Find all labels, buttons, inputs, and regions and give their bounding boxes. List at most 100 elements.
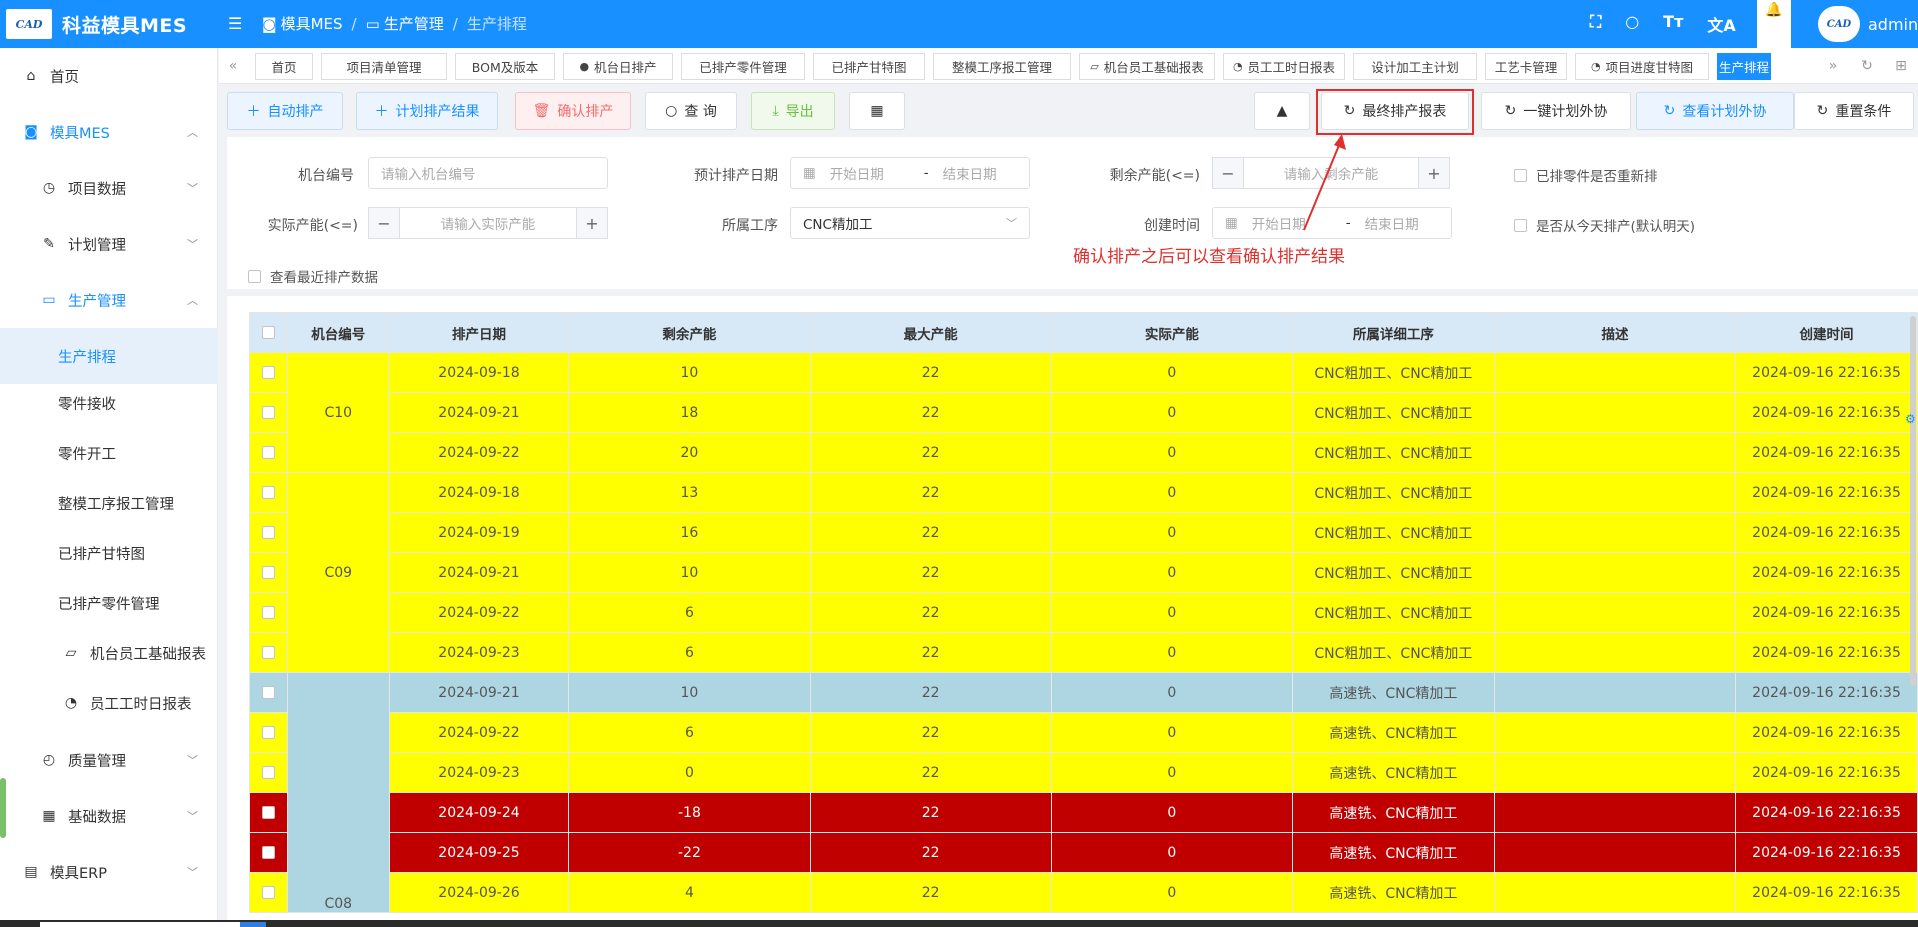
row-checkbox[interactable]: [249, 792, 288, 833]
sidebar-item-staff-hours[interactable]: ◔ 员工工时日报表: [0, 678, 218, 728]
row-checkbox[interactable]: [249, 752, 288, 793]
row-checkbox[interactable]: [249, 872, 288, 913]
row-checkbox[interactable]: [249, 512, 288, 553]
confirm-schedule-button[interactable]: 🗑 确认排产: [515, 92, 631, 130]
sidebar-item-part-start[interactable]: 零件开工: [0, 428, 218, 478]
export-button[interactable]: ⤓ 导出: [751, 92, 835, 130]
checkbox-box[interactable]: [248, 269, 261, 283]
sidebar-scrollbar[interactable]: [0, 778, 6, 838]
outsource-button[interactable]: ↻ 一键计划外协: [1481, 92, 1631, 130]
sidebar-item-scheduled-parts[interactable]: 已排产零件管理: [0, 578, 218, 628]
search-icon[interactable]: ○: [1625, 12, 1639, 36]
recent-data-checkbox[interactable]: 查看最近排产数据: [248, 266, 378, 286]
tab-scheduled-parts[interactable]: 已排产零件管理: [681, 53, 805, 80]
sidebar-item-basic-data[interactable]: ▦ 基础数据 ﹀: [0, 788, 218, 844]
grid-icon[interactable]: ⊞: [1887, 48, 1915, 84]
remain-increment-button[interactable]: +: [1418, 157, 1450, 189]
logo[interactable]: CAD 科益模具MES: [0, 0, 218, 48]
col-max[interactable]: 最大产能: [809, 312, 1052, 353]
checkbox-box[interactable]: [1514, 218, 1527, 232]
actual-decrement-button[interactable]: −: [368, 207, 400, 239]
col-remain[interactable]: 剩余产能: [568, 312, 811, 353]
row-checkbox[interactable]: [249, 672, 288, 713]
user-name[interactable]: admin: [1868, 15, 1918, 34]
sidebar-item-machine-report[interactable]: ▱ 机台员工基础报表: [0, 628, 218, 678]
row-checkbox[interactable]: [249, 592, 288, 633]
sidebar-item-plan-management[interactable]: ✎ 计划管理 ﹀: [0, 216, 218, 272]
from-today-checkbox[interactable]: 是否从今天排产(默认明天): [1514, 215, 1695, 235]
sidebar-item-home[interactable]: ⌂ 首页: [0, 48, 218, 104]
font-size-icon[interactable]: Tт: [1663, 12, 1683, 36]
tab-machine-daily[interactable]: ● 机台日排产: [563, 53, 673, 80]
tab-design-plan[interactable]: 设计加工主计划: [1353, 53, 1477, 80]
row-checkbox[interactable]: [249, 352, 288, 393]
remain-decrement-button[interactable]: −: [1212, 157, 1244, 189]
table-row[interactable]: C09 2024-09-18 13 22 0 CNC粗加工、CNC精加工 2024-09-1…: [249, 472, 1918, 673]
select-all-checkbox[interactable]: [249, 312, 288, 353]
breadcrumb-item-mes[interactable]: 模具MES: [281, 13, 343, 34]
actual-increment-button[interactable]: +: [576, 207, 608, 239]
menu-toggle-icon[interactable]: ☰: [228, 14, 246, 33]
sidebar-item-mold-mes[interactable]: ◙ 模具MES ︿: [0, 104, 218, 160]
tab-project-gantt[interactable]: ◔ 项目进度甘特图: [1575, 53, 1709, 80]
tab-home[interactable]: 首页: [255, 53, 313, 80]
tabs-scroll-right-icon[interactable]: »: [1819, 48, 1847, 84]
row-checkbox[interactable]: [249, 472, 288, 513]
user-menu[interactable]: CAD admin: [1818, 6, 1918, 42]
row-checkbox[interactable]: [249, 432, 288, 473]
row-checkbox[interactable]: [249, 712, 288, 753]
refresh-icon[interactable]: ↻: [1853, 48, 1881, 84]
table-scrollbar[interactable]: [1910, 316, 1916, 686]
breadcrumb-item-production[interactable]: 生产管理: [384, 13, 444, 34]
col-created[interactable]: 创建时间: [1735, 312, 1918, 353]
table-row[interactable]: 2024-09-21 18 22 0 CNC粗加工、CNC精加工 2024-09-16 2…: [249, 392, 1918, 433]
sidebar-item-part-receive[interactable]: 零件接收: [0, 378, 218, 428]
tab-process-report[interactable]: 整模工序报工管理: [933, 53, 1071, 80]
reset-button[interactable]: ↻ 重置条件: [1794, 92, 1914, 130]
table-row[interactable]: 2024-09-21 10 22 0 CNC粗加工、CNC精加工 2024-09-16 2…: [249, 552, 1918, 593]
fullscreen-icon[interactable]: ⛶: [1590, 12, 1601, 36]
end-date-input[interactable]: 结束日期: [1365, 213, 1419, 233]
sidebar-item-process-report[interactable]: 整模工序报工管理: [0, 478, 218, 528]
rescheduled-checkbox[interactable]: 已排零件是否重新排: [1514, 165, 1658, 185]
tab-staff-hours[interactable]: ◔ 员工工时日报表: [1223, 53, 1345, 80]
columns-button[interactable]: ▦: [849, 92, 905, 130]
sidebar-item-project-data[interactable]: ◷ 项目数据 ﹀: [0, 160, 218, 216]
auto-schedule-button[interactable]: ＋ 自动排产: [227, 92, 343, 130]
tab-project-list[interactable]: 项目清单管理: [321, 53, 447, 80]
collapse-up-button[interactable]: ▲: [1254, 92, 1310, 130]
actual-input[interactable]: 请输入实际产能: [399, 207, 577, 239]
table-row[interactable]: 2024-09-22 6 22 0 高速铣、CNC精加工 2024-09-16 22:16…: [249, 712, 1918, 753]
query-button[interactable]: ○ 查 询: [645, 92, 737, 130]
table-row[interactable]: 2024-09-24 -18 22 0 高速铣、CNC精加工 2024-09-16 22:…: [249, 792, 1918, 833]
tab-process-card[interactable]: 工艺卡管理: [1485, 53, 1567, 80]
sidebar-item-production-management[interactable]: ▭ 生产管理 ︿: [0, 272, 218, 328]
avatar[interactable]: CAD: [1818, 6, 1860, 42]
table-row[interactable]: 2024-09-22 20 22 0 CNC粗加工、CNC精加工 2024-09-16 2…: [249, 432, 1918, 473]
row-checkbox[interactable]: [249, 392, 288, 433]
tab-bom[interactable]: BOM及版本: [455, 53, 555, 80]
tabs-scroll-left-icon[interactable]: «: [219, 48, 247, 84]
row-checkbox[interactable]: [249, 552, 288, 593]
tab-gantt[interactable]: 已排产甘特图: [813, 53, 925, 80]
col-desc[interactable]: 描述: [1493, 312, 1737, 353]
checkbox-box[interactable]: [1514, 168, 1527, 182]
table-row[interactable]: 2024-09-22 6 22 0 CNC粗加工、CNC精加工 2024-09-16 22…: [249, 592, 1918, 633]
plan-result-button[interactable]: ＋ 计划排产结果: [356, 92, 498, 130]
gear-icon[interactable]: ⚙: [1905, 412, 1918, 428]
row-checkbox[interactable]: [249, 832, 288, 873]
col-date[interactable]: 排产日期: [388, 312, 570, 353]
table-row[interactable]: 2024-09-26 4 22 0 高速铣、CNC精加工 2024-09-16 22:16…: [249, 872, 1918, 913]
tab-machine-report[interactable]: ▱ 机台员工基础报表: [1079, 53, 1215, 80]
bell-icon[interactable]: 🔔: [1757, 0, 1791, 48]
table-row[interactable]: 2024-09-19 16 22 0 CNC粗加工、CNC精加工 2024-09-16 2…: [249, 512, 1918, 553]
plan-date-range[interactable]: ▦ 开始日期 - 结束日期: [790, 157, 1030, 189]
sidebar-item-gantt[interactable]: 已排产甘特图: [0, 528, 218, 578]
sidebar-item-mold-erp[interactable]: ▤ 模具ERP ﹀: [0, 844, 218, 900]
process-select[interactable]: CNC精加工 ﹀: [790, 207, 1030, 239]
table-row[interactable]: C10 2024-09-18 10 22 0 CNC粗加工、CNC精加工 2024-09-1…: [249, 352, 1918, 473]
table-row[interactable]: 2024-09-23 0 22 0 高速铣、CNC精加工 2024-09-16 22:16…: [249, 752, 1918, 793]
col-machine[interactable]: 机台编号: [286, 312, 390, 353]
translate-icon[interactable]: 文A: [1707, 12, 1735, 36]
end-date-input[interactable]: 结束日期: [943, 163, 997, 183]
